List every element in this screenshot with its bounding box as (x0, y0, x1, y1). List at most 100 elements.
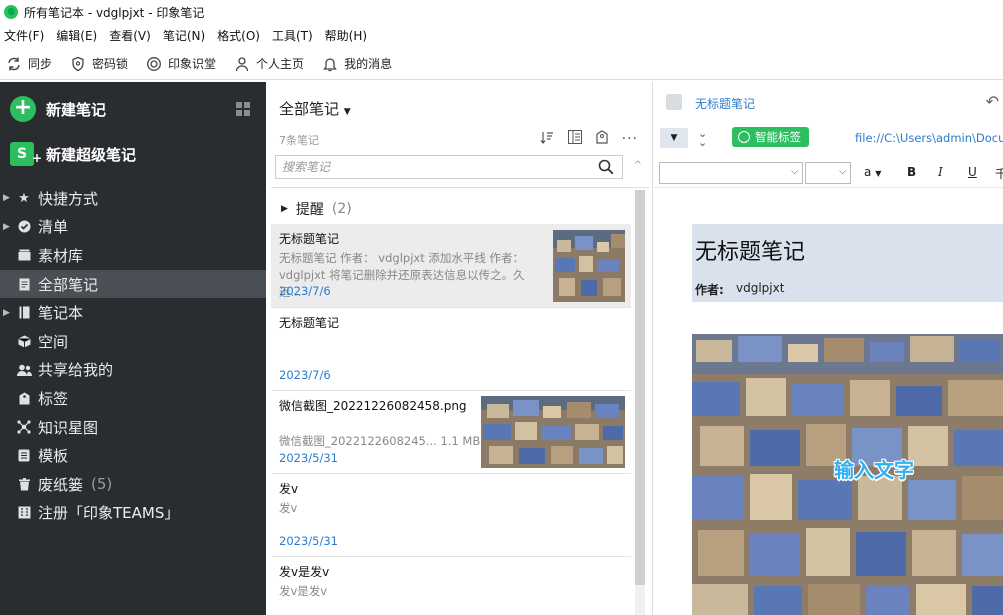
undo-icon[interactable]: ↶ (986, 92, 999, 111)
sidebar-nav: ▶ ★ 快捷方式 ▶ 清单 素材库 全部笔记 ▶ 笔记本 空间 共享给我的 标签… (0, 184, 266, 527)
doc-title[interactable]: 无标题笔记 (695, 234, 805, 266)
author-label: 作者: (695, 283, 724, 297)
sidebar-item-all-notes[interactable]: 全部笔记 (0, 269, 266, 299)
menu-view[interactable]: 查看(V) (109, 27, 151, 44)
expand-arrow-icon[interactable]: ▶ (3, 222, 10, 232)
menu-file[interactable]: 文件(F) (4, 27, 44, 44)
note-count: 7条笔记 (279, 134, 319, 147)
caret-down-icon: ▼ (343, 107, 351, 117)
scrollbar-thumb[interactable] (635, 190, 645, 585)
more-options-icon[interactable]: ··· (622, 131, 638, 147)
sidebar-item-teams[interactable]: 注册「印象TEAMS」 (0, 499, 266, 528)
menu-note[interactable]: 笔记(N) (163, 27, 205, 44)
divider (271, 187, 649, 188)
note-list-tools: ··· (526, 130, 638, 148)
super-note-icon: S (10, 142, 42, 170)
sidebar-item-label: 共享给我的 (38, 361, 114, 380)
sort-icon[interactable] (540, 131, 554, 148)
grid-view-icon[interactable] (236, 102, 250, 116)
expand-arrow-icon[interactable]: ▶ (3, 193, 10, 203)
sidebar-item-checklist[interactable]: ▶ 清单 (0, 213, 266, 242)
new-super-note-button[interactable]: S 新建超级笔记 (10, 142, 136, 170)
note-date: 2023/7/6 (279, 368, 331, 382)
reminder-section-header[interactable]: ▶ 提醒 (2) (281, 199, 352, 219)
sync-icon (8, 57, 20, 70)
italic-button[interactable]: I (938, 165, 943, 179)
font-color-button[interactable]: a ▼ (864, 165, 881, 179)
search-input[interactable] (282, 160, 582, 174)
note-title: 发v是发v (279, 565, 330, 579)
recognize-button[interactable]: 印象识堂 (146, 55, 216, 72)
note-content[interactable]: 无标题笔记 作者: vdglpjxt 输入文字 (654, 190, 1003, 615)
sidebar-item-label: 全部笔记 (38, 275, 99, 294)
search-icon[interactable] (598, 159, 614, 178)
editor-meta-bar: ▼ ⌄ ⌄ 智能标签 file://C:\Users\admin\Docu (654, 124, 1003, 152)
sidebar-item-tags[interactable]: 标签 (0, 384, 266, 413)
sidebar-item-label: 素材库 (38, 246, 84, 265)
view-layout-icon[interactable] (567, 130, 582, 148)
sidebar-item-shortcuts[interactable]: ▶ ★ 快捷方式 (0, 184, 266, 213)
editor-note-title-link[interactable]: 无标题笔记 (695, 95, 755, 112)
sidebar-item-knowledge-graph[interactable]: 知识星图 (0, 413, 266, 442)
font-size-select[interactable]: ⌵ (805, 162, 851, 184)
search-field[interactable] (275, 155, 623, 179)
homepage-button[interactable]: 个人主页 (234, 55, 304, 72)
note-title: 无标题笔记 (279, 232, 340, 246)
person-icon (235, 56, 249, 71)
sidebar-item-label: 知识星图 (38, 418, 99, 437)
reminder-label: 提醒 (295, 202, 324, 218)
note-snippet: 发v (279, 501, 298, 515)
star-icon: ★ (18, 190, 30, 206)
list-item-note[interactable]: 微信截图_20221226082458.png 微信截图_20221226082… (271, 391, 631, 474)
lock-button[interactable]: 密码锁 (70, 55, 128, 72)
menu-tools[interactable]: 工具(T) (272, 27, 313, 44)
recognize-label: 印象识堂 (168, 57, 217, 71)
note-snippet: 发v是发v (279, 584, 328, 598)
note-thumbnail-image (553, 230, 625, 302)
sidebar-item-label: 标签 (38, 389, 69, 408)
sidebar-item-label: 快捷方式 (38, 189, 99, 208)
title-bar: 所有笔记本 - vdglpjxt - 印象笔记 (0, 0, 1003, 24)
building-icon (16, 506, 32, 519)
menu-format[interactable]: 格式(O) (217, 27, 260, 44)
font-family-select[interactable]: ⌵ (659, 162, 803, 184)
list-item-note[interactable]: 发v是发v 发v是发v (271, 557, 631, 615)
sidebar-item-notebooks[interactable]: ▶ 笔记本 (0, 298, 266, 327)
note-title: 微信截图_20221226082458.png (279, 399, 467, 413)
caret-down-icon: ▼ (875, 169, 882, 178)
collapse-caret-icon[interactable]: ^ (634, 160, 642, 171)
expand-arrow-icon: ▶ (281, 204, 288, 214)
template-icon (16, 449, 32, 462)
note-list-title[interactable]: 全部笔记 ▼ (279, 98, 351, 119)
trash-count: (5) (91, 475, 113, 494)
new-note-button[interactable]: + 新建笔记 (10, 96, 106, 122)
sidebar-item-trash[interactable]: 废纸篓 (5) (0, 470, 266, 499)
reminder-bell-icon[interactable] (596, 130, 608, 148)
list-item-note[interactable]: 发v 发v 2023/5/31 (271, 474, 631, 557)
note-list-panel: 全部笔记 ▼ 7条笔记 ··· ^ ▶ 提醒 (2) 无标题笔记 无标题笔记 作… (267, 82, 653, 615)
list-item-note[interactable]: 无标题笔记 2023/7/6 (271, 308, 631, 391)
bold-button[interactable]: B (907, 165, 916, 179)
file-path-link[interactable]: file://C:\Users\admin\Docu (855, 131, 1003, 145)
notebook-icon (16, 306, 32, 319)
strikethrough-button[interactable]: 千 (995, 165, 1003, 182)
author-name: vdglpjxt (736, 281, 785, 295)
note-date: 2023/5/31 (279, 451, 338, 465)
menu-help[interactable]: 帮助(H) (325, 27, 367, 44)
menu-edit[interactable]: 编辑(E) (56, 27, 97, 44)
notebook-dropdown-button[interactable]: ▼ (660, 128, 688, 148)
window-title: 所有笔记本 - vdglpjxt - 印象笔记 (24, 5, 205, 20)
note-type-icon (666, 94, 682, 110)
smart-tag-button[interactable]: 智能标签 (732, 127, 809, 147)
list-item-note[interactable]: 无标题笔记 无标题笔记 作者： vdglpjxt 添加水平线 作者： vdglp… (271, 224, 631, 308)
sidebar-item-spaces[interactable]: 空间 (0, 327, 266, 356)
sidebar-item-shared[interactable]: 共享给我的 (0, 356, 266, 385)
sidebar-item-library[interactable]: 素材库 (0, 241, 266, 270)
expand-arrow-icon[interactable]: ▶ (3, 308, 10, 318)
note-list-title-text: 全部笔记 (279, 100, 340, 118)
messages-button[interactable]: 我的消息 (322, 55, 392, 72)
underline-button[interactable]: U (968, 165, 977, 179)
sidebar-item-templates[interactable]: 模板 (0, 441, 266, 470)
sync-button[interactable]: 同步 (6, 55, 52, 72)
double-chevron-down-icon[interactable]: ⌄ ⌄ (698, 128, 707, 148)
